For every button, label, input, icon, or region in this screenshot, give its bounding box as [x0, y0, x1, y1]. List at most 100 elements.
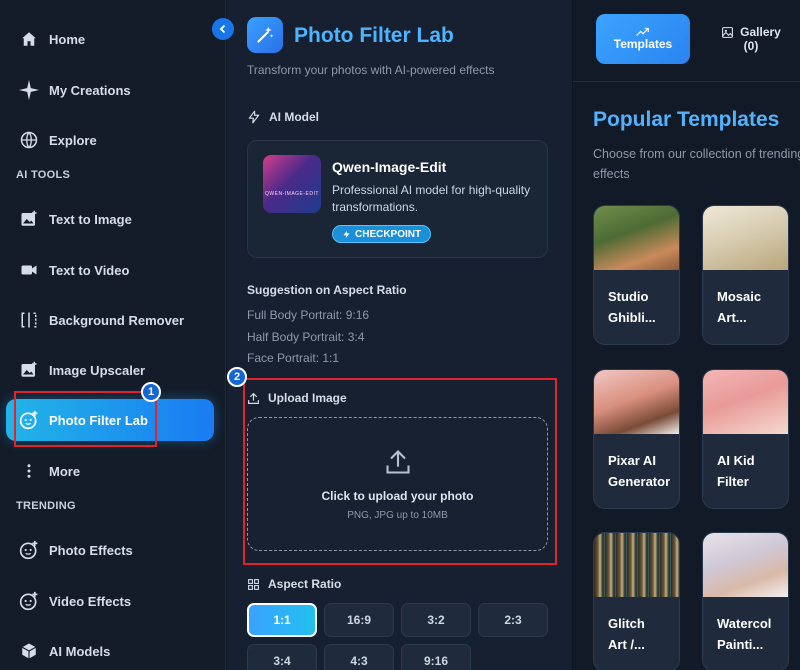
- tab-gallery-label: Gallery: [740, 25, 781, 39]
- template-name: Mosaic Art...: [717, 289, 762, 325]
- sidebar-item-explore[interactable]: Explore: [6, 119, 214, 161]
- ai-model-heading: AI Model: [247, 110, 319, 124]
- template-thumbnail: [594, 370, 679, 434]
- lightning-icon: [343, 230, 350, 238]
- section-label-trending: TRENDING: [16, 500, 76, 512]
- sidebar: Home My Creations Explore AI TOOLS Text …: [0, 0, 226, 670]
- aspect-suggestion-line: Half Body Portrait: 3:4: [247, 330, 365, 344]
- sidebar-item-label: Background Remover: [49, 312, 185, 328]
- aspect-ratio-label: Aspect Ratio: [268, 577, 342, 591]
- template-card-watercolor-painting[interactable]: Watercol Painti...: [702, 532, 789, 670]
- model-description: Professional AI model for high-quality t…: [332, 183, 531, 214]
- page-subtitle: Transform your photos with AI-powered ef…: [247, 63, 495, 77]
- grid-icon: [248, 578, 259, 590]
- model-thumbnail-text: QWEN-IMAGE-EDIT: [265, 191, 319, 197]
- sidebar-item-label: Photo Effects: [49, 542, 133, 558]
- aspect-suggestion-title: Suggestion on Aspect Ratio: [247, 283, 407, 297]
- video-icon: [18, 259, 40, 281]
- popular-templates-title: Popular Templates: [593, 108, 780, 131]
- aspect-option-4-3[interactable]: 4:3: [324, 644, 394, 670]
- template-card-studio-ghibli[interactable]: Studio Ghibli...: [593, 205, 680, 345]
- template-name: AI Kid Filter: [717, 453, 755, 489]
- sidebar-item-label: Explore: [49, 132, 97, 148]
- sidebar-item-home[interactable]: Home: [6, 18, 214, 60]
- sidebar-item-label: My Creations: [49, 82, 131, 98]
- aspect-option-16-9[interactable]: 16:9: [324, 603, 394, 637]
- model-name: Qwen-Image-Edit: [332, 159, 447, 175]
- sidebar-item-label: Image Upscaler: [49, 362, 146, 378]
- chevron-left-icon: [219, 24, 226, 34]
- tab-templates[interactable]: Templates: [596, 14, 690, 64]
- checkpoint-badge-label: CHECKPOINT: [355, 228, 422, 240]
- sidebar-item-ai-models[interactable]: AI Models: [6, 630, 214, 670]
- sidebar-item-text-to-video[interactable]: Text to Video: [6, 249, 214, 291]
- template-card-pixar-ai-generator[interactable]: Pixar AI Generator: [593, 369, 680, 509]
- annotation-badge-1: 1: [141, 382, 161, 402]
- template-card-glitch-art[interactable]: Glitch Art /...: [593, 532, 680, 670]
- model-thumbnail: QWEN-IMAGE-EDIT: [263, 155, 321, 213]
- image-plus-icon: [18, 208, 40, 230]
- checkpoint-badge: CHECKPOINT: [332, 225, 432, 243]
- sidebar-item-video-effects[interactable]: Video Effects: [6, 580, 214, 622]
- template-thumbnail: [594, 533, 679, 597]
- aspect-option-9-16[interactable]: 9:16: [401, 644, 471, 670]
- templates-panel: Templates Gallery (0) Popular Templates …: [573, 0, 800, 670]
- sidebar-item-label: AI Models: [49, 643, 111, 659]
- more-vertical-icon: [18, 460, 40, 482]
- annotation-badge-2: 2: [227, 367, 247, 387]
- ai-model-label: AI Model: [269, 110, 319, 124]
- sidebar-item-image-upscaler[interactable]: Image Upscaler: [6, 349, 214, 391]
- tab-gallery[interactable]: Gallery (0): [701, 14, 800, 64]
- aspect-suggestion-line: Full Body Portrait: 9:16: [247, 308, 370, 322]
- template-thumbnail: [703, 370, 788, 434]
- photo-filter-panel: Photo Filter Lab Transform your photos w…: [227, 0, 572, 670]
- template-thumbnail: [703, 533, 788, 597]
- sidebar-item-more[interactable]: More: [6, 450, 214, 492]
- annotation-box-2: [243, 378, 557, 565]
- cube-icon: [18, 640, 40, 662]
- page-title: Photo Filter Lab: [294, 24, 454, 47]
- face-filter-icon: [18, 539, 40, 561]
- lightning-icon: [248, 110, 260, 124]
- tab-templates-label: Templates: [613, 37, 673, 51]
- section-label-ai-tools: AI TOOLS: [16, 169, 71, 181]
- tab-bar: Templates Gallery (0): [573, 0, 800, 82]
- collapse-sidebar-button[interactable]: [212, 18, 234, 40]
- template-card-mosaic-art[interactable]: Mosaic Art...: [702, 205, 789, 345]
- annotation-box-1: [14, 391, 157, 447]
- sparkle-icon: [18, 79, 40, 101]
- sidebar-item-my-creations[interactable]: My Creations: [6, 69, 214, 111]
- sidebar-item-background-remover[interactable]: Background Remover: [6, 299, 214, 341]
- magic-wand-icon: [247, 17, 283, 53]
- template-card-ai-kid-filter[interactable]: AI Kid Filter: [702, 369, 789, 509]
- gallery-count: (0): [743, 39, 759, 53]
- sidebar-item-photo-effects[interactable]: Photo Effects: [6, 529, 214, 571]
- sidebar-item-label: Video Effects: [49, 593, 132, 609]
- home-icon: [18, 28, 40, 50]
- globe-icon: [18, 129, 40, 151]
- sidebar-item-text-to-image[interactable]: Text to Image: [6, 198, 214, 240]
- face-filter-icon: [18, 590, 40, 612]
- template-thumbnail: [594, 206, 679, 270]
- template-name: Glitch Art /...: [608, 616, 645, 652]
- aspect-option-2-3[interactable]: 2:3: [478, 603, 548, 637]
- sidebar-item-label: More: [49, 463, 81, 479]
- template-name: Pixar AI Generator: [608, 453, 671, 489]
- background-remover-icon: [18, 309, 40, 331]
- sidebar-item-label: Text to Video: [49, 262, 130, 278]
- aspect-ratio-heading: Aspect Ratio: [247, 577, 341, 591]
- template-name: Studio Ghibli...: [608, 289, 656, 325]
- trending-up-icon: [636, 27, 649, 36]
- popular-templates-subtitle: Choose from our collection of trending e…: [593, 147, 800, 181]
- sidebar-item-label: Home: [49, 31, 86, 47]
- aspect-option-1-1[interactable]: 1:1: [247, 603, 317, 637]
- aspect-option-3-2[interactable]: 3:2: [401, 603, 471, 637]
- aspect-suggestion-line: Face Portrait: 1:1: [247, 351, 340, 365]
- aspect-option-3-4[interactable]: 3:4: [247, 644, 317, 670]
- template-thumbnail: [703, 206, 788, 270]
- image-icon: [722, 26, 734, 38]
- model-card[interactable]: QWEN-IMAGE-EDIT Qwen-Image-Edit Professi…: [247, 140, 548, 258]
- template-name: Watercol Painti...: [717, 616, 772, 652]
- upscale-icon: [18, 359, 40, 381]
- sidebar-item-label: Text to Image: [49, 211, 132, 227]
